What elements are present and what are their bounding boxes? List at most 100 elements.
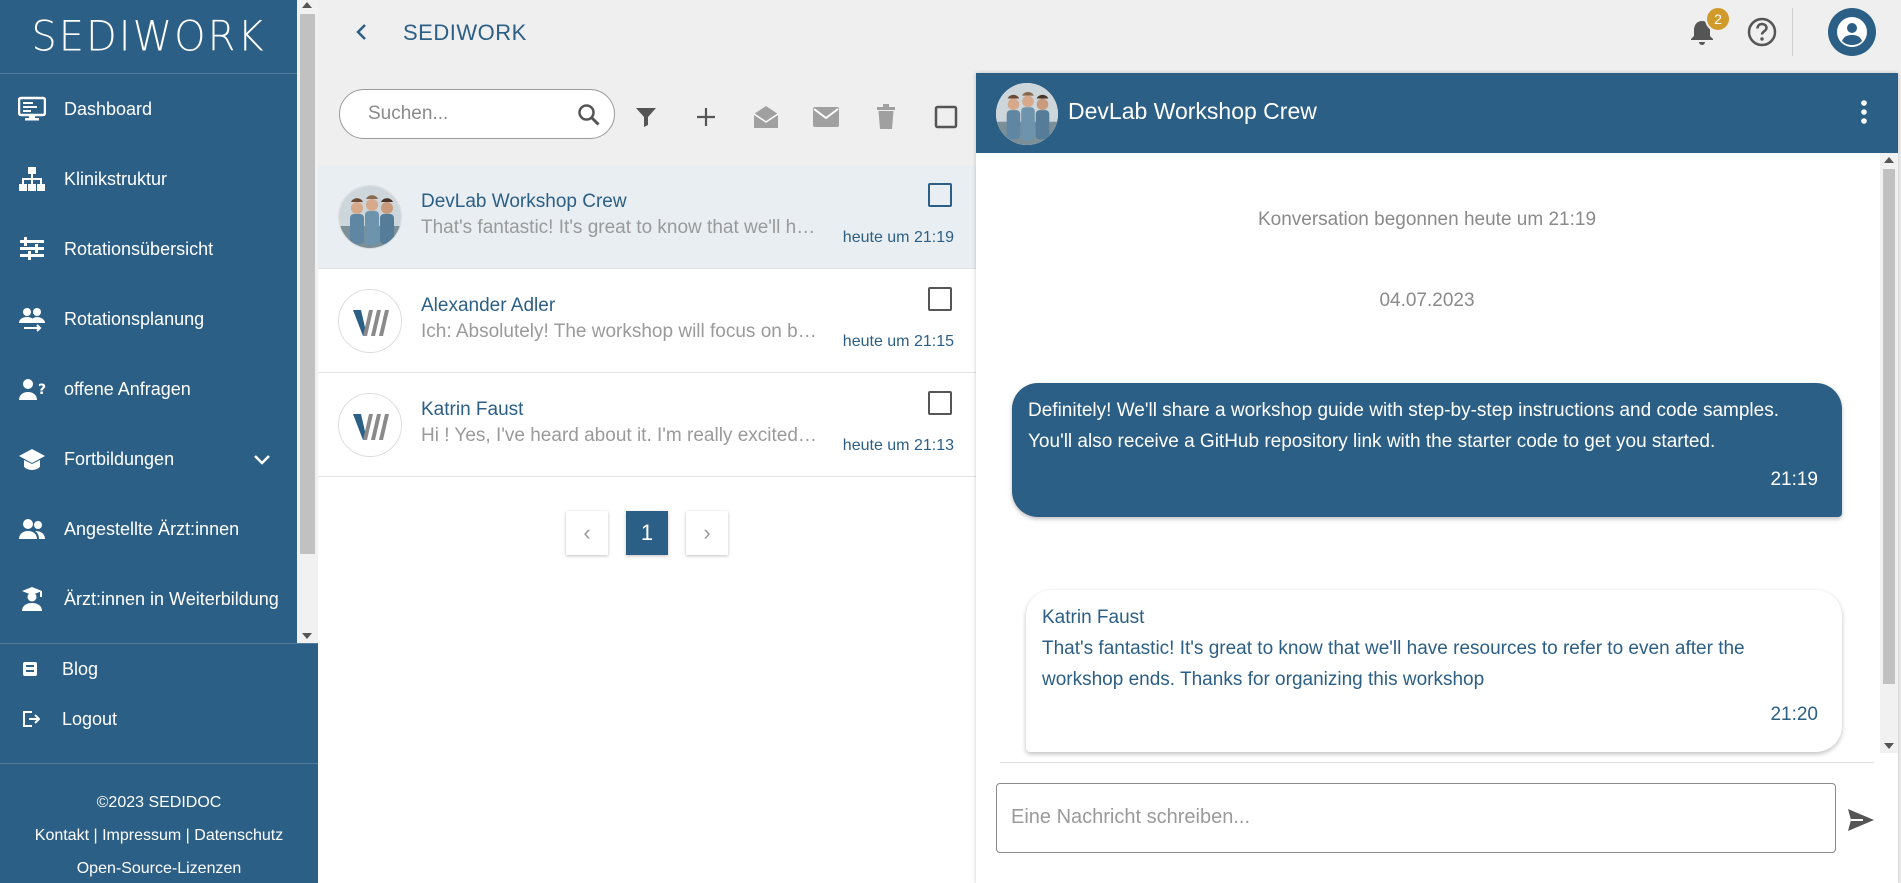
delete-icon[interactable] bbox=[872, 103, 900, 131]
footer-separator: | bbox=[93, 827, 98, 844]
mark-read-icon[interactable] bbox=[752, 103, 780, 131]
sidebar-bottom: Blog Logout bbox=[0, 643, 318, 744]
chat-header: DevLab Workshop Crew bbox=[976, 73, 1898, 153]
next-page-button[interactable]: › bbox=[686, 511, 728, 555]
message-text: Definitely! We'll share a workshop guide… bbox=[1028, 400, 1779, 452]
sidebar-item-blog[interactable]: Blog bbox=[0, 644, 318, 694]
filter-icon[interactable] bbox=[632, 103, 660, 131]
select-all-checkbox[interactable] bbox=[932, 103, 960, 131]
conversation-name: Alexander Adler bbox=[421, 295, 556, 316]
people-icon bbox=[18, 515, 46, 543]
conversation-item[interactable]: Alexander Adler Ich: Absolutely! The wor… bbox=[318, 269, 976, 373]
top-bar: SEDIWORK 2 bbox=[318, 0, 1901, 64]
incoming-message: Katrin Faust That's fantastic! It's grea… bbox=[1026, 590, 1842, 752]
licenses-link[interactable]: Open-Source-Lizenzen bbox=[77, 860, 242, 877]
conversation-time: heute um 21:15 bbox=[842, 333, 954, 350]
chat-messages: Konversation begonnen heute um 21:19 04.… bbox=[976, 153, 1898, 763]
logo[interactable]: SEDIWORK bbox=[0, 0, 297, 74]
conversation-checkbox[interactable] bbox=[928, 183, 952, 207]
prev-page-button[interactable]: ‹ bbox=[566, 511, 608, 555]
group-avatar bbox=[338, 185, 402, 249]
chat-title: DevLab Workshop Crew bbox=[1068, 98, 1317, 124]
conversation-preview: That's fantastic! It's great to know tha… bbox=[421, 217, 821, 238]
message-text: That's fantastic! It's great to know tha… bbox=[1042, 638, 1745, 690]
page-button-current[interactable]: 1 bbox=[626, 511, 668, 555]
sidebar-item-label: Ärzt:innen in Weiterbildung bbox=[64, 588, 279, 609]
scrollbar-thumb[interactable] bbox=[1883, 169, 1895, 684]
sidebar-item-dashboard[interactable]: Dashboard bbox=[0, 74, 297, 144]
send-icon[interactable] bbox=[1846, 805, 1880, 839]
list-toolbar bbox=[318, 73, 976, 165]
logo-text: SEDIWORK bbox=[31, 12, 266, 61]
search-icon[interactable] bbox=[576, 102, 602, 133]
svg-text:?: ? bbox=[38, 382, 46, 398]
sidebar: SEDIWORK Dashboard Klinikstruktur Rotati… bbox=[0, 0, 318, 883]
back-arrow-icon[interactable] bbox=[350, 20, 374, 44]
logout-icon bbox=[22, 710, 42, 728]
message-input[interactable] bbox=[1011, 806, 1811, 829]
scroll-up-arrow-icon[interactable] bbox=[302, 2, 312, 8]
graduation-cap-icon bbox=[18, 445, 46, 473]
conversation-item[interactable]: DevLab Workshop Crew That's fantastic! I… bbox=[318, 165, 976, 269]
group-avatar bbox=[996, 83, 1058, 145]
date-separator: 04.07.2023 bbox=[1379, 290, 1475, 311]
footer-separator: | bbox=[185, 827, 190, 844]
notification-badge: 2 bbox=[1705, 6, 1731, 32]
sliders-icon bbox=[18, 235, 46, 263]
search-input[interactable] bbox=[368, 102, 558, 126]
conversation-checkbox[interactable] bbox=[928, 391, 952, 415]
add-icon[interactable] bbox=[692, 103, 720, 131]
conversation-time: heute um 21:19 bbox=[842, 229, 954, 246]
person-question-icon: ? bbox=[18, 375, 46, 403]
scrollbar-thumb[interactable] bbox=[300, 14, 315, 554]
sidebar-item-label: Dashboard bbox=[64, 98, 153, 119]
message-input-box[interactable] bbox=[996, 783, 1836, 853]
conversation-name: Katrin Faust bbox=[421, 399, 524, 420]
sediwork-avatar bbox=[338, 393, 402, 457]
impressum-link[interactable]: Impressum bbox=[102, 827, 181, 844]
sidebar-item-rotationsuebersicht[interactable]: Rotationsübersicht bbox=[0, 214, 297, 284]
help-icon[interactable] bbox=[1746, 16, 1778, 48]
hierarchy-icon bbox=[18, 165, 46, 193]
sidebar-item-label: Angestellte Ärzt:innen bbox=[64, 518, 240, 539]
datenschutz-link[interactable]: Datenschutz bbox=[194, 827, 283, 844]
mark-unread-icon[interactable] bbox=[812, 103, 840, 131]
message-sender: Katrin Faust bbox=[1042, 607, 1145, 628]
scroll-up-arrow-icon[interactable] bbox=[1884, 157, 1894, 163]
sidebar-item-label: Fortbildungen bbox=[64, 448, 175, 469]
conversation-started-label: Konversation begonnen heute um 21:19 bbox=[1257, 209, 1597, 230]
people-swap-icon bbox=[18, 305, 46, 333]
sidebar-item-offene-anfragen[interactable]: ? offene Anfragen bbox=[0, 354, 297, 424]
divider bbox=[1792, 8, 1793, 56]
kontakt-link[interactable]: Kontakt bbox=[35, 827, 89, 844]
scroll-down-arrow-icon[interactable] bbox=[1884, 743, 1894, 749]
sidebar-item-klinikstruktur[interactable]: Klinikstruktur bbox=[0, 144, 297, 214]
conversation-item[interactable]: Katrin Faust Hi ! Yes, I've heard about … bbox=[318, 373, 976, 477]
sidebar-item-label: Klinikstruktur bbox=[64, 168, 168, 189]
conversation-name: DevLab Workshop Crew bbox=[421, 191, 627, 212]
account-icon[interactable] bbox=[1828, 8, 1876, 56]
conversation-time: heute um 21:13 bbox=[842, 437, 954, 454]
sidebar-item-label: Rotationsübersicht bbox=[64, 238, 214, 259]
sidebar-item-logout[interactable]: Logout bbox=[0, 694, 318, 744]
sidebar-item-fortbildungen[interactable]: Fortbildungen bbox=[0, 424, 297, 494]
outgoing-message: Definitely! We'll share a workshop guide… bbox=[1012, 383, 1842, 517]
search-box[interactable] bbox=[339, 89, 615, 139]
chevron-down-icon[interactable] bbox=[253, 450, 271, 471]
sidebar-scrollbar[interactable] bbox=[297, 0, 318, 643]
sidebar-item-rotationsplanung[interactable]: Rotationsplanung bbox=[0, 284, 297, 354]
conversation-list-panel: DevLab Workshop Crew That's fantastic! I… bbox=[318, 73, 976, 883]
conversation-preview: Ich: Absolutely! The workshop will focus… bbox=[421, 321, 821, 342]
chat-scrollbar[interactable] bbox=[1880, 153, 1898, 753]
more-vert-icon[interactable] bbox=[1860, 99, 1868, 130]
sidebar-item-label: Blog bbox=[62, 658, 99, 679]
sidebar-item-label: offene Anfragen bbox=[64, 378, 191, 399]
page-title: SEDIWORK bbox=[403, 20, 527, 45]
scroll-down-arrow-icon[interactable] bbox=[302, 633, 312, 639]
monitor-icon bbox=[18, 95, 46, 123]
conversation-checkbox[interactable] bbox=[928, 287, 952, 311]
sidebar-item-angestellte[interactable]: Angestellte Ärzt:innen bbox=[0, 494, 297, 564]
sidebar-item-weiterbildung[interactable]: Ärzt:innen in Weiterbildung bbox=[0, 564, 297, 634]
sidebar-footer: ©2023 SEDIDOC Kontakt | Impressum | Date… bbox=[0, 763, 318, 883]
sidebar-nav: SEDIWORK Dashboard Klinikstruktur Rotati… bbox=[0, 0, 297, 643]
